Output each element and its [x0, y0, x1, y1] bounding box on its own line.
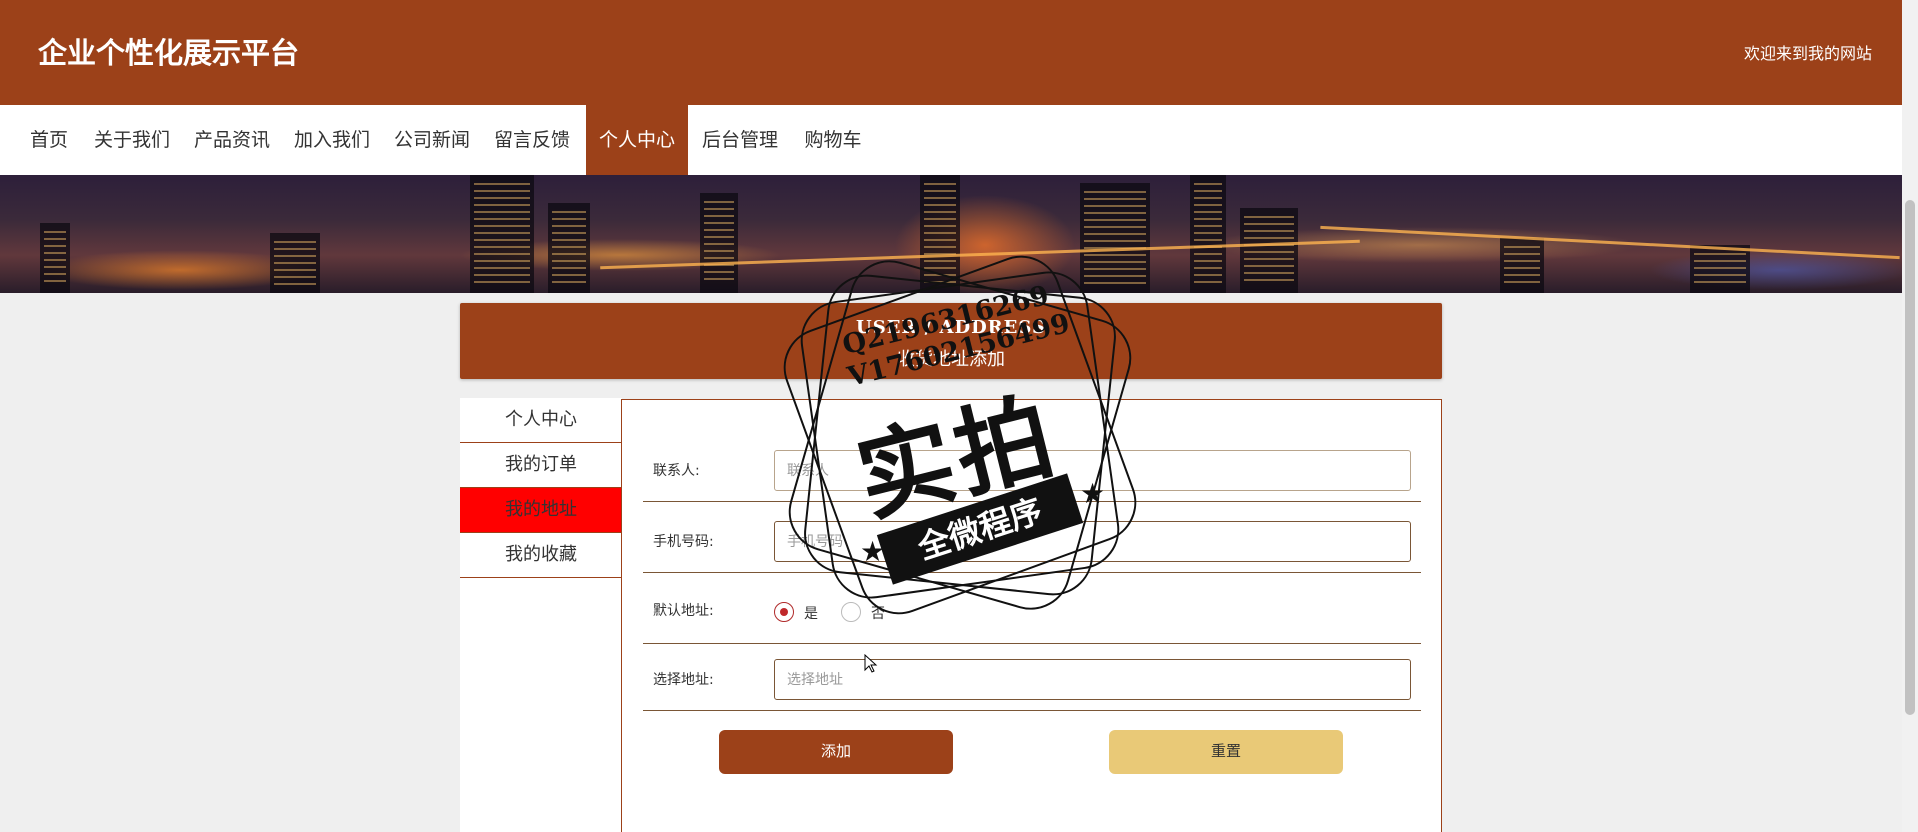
- mouse-cursor-icon: [864, 654, 878, 673]
- banner-building: [548, 203, 590, 293]
- side-item-orders[interactable]: 我的订单: [460, 443, 622, 488]
- nav-feedback[interactable]: 留言反馈: [488, 105, 576, 175]
- page-title-en: USER / ADDRESS: [856, 317, 1046, 338]
- default-no-radio[interactable]: 否: [841, 602, 896, 622]
- contact-input[interactable]: [774, 450, 1411, 491]
- main-nav: 首页 关于我们 产品资讯 加入我们 公司新闻 留言反馈 个人中心 后台管理 购物…: [0, 105, 1902, 175]
- default-address-label: 默认地址:: [653, 603, 714, 619]
- user-side-menu: 个人中心 我的订单 我的地址 我的收藏: [460, 398, 622, 832]
- radio-unchecked-icon: [841, 602, 861, 622]
- nav-about[interactable]: 关于我们: [88, 105, 176, 175]
- side-item-address[interactable]: 我的地址: [460, 488, 622, 533]
- default-yes-radio[interactable]: 是: [774, 602, 829, 622]
- page-title: 收货地址添加: [897, 349, 1005, 370]
- default-address-row: 默认地址: 是 否: [643, 574, 1421, 644]
- welcome-text: 欢迎来到我的网站: [1743, 44, 1872, 63]
- banner-building: [40, 223, 70, 293]
- nav-cart[interactable]: 购物车: [798, 105, 868, 175]
- default-no-label: 否: [871, 606, 885, 622]
- nav-join[interactable]: 加入我们: [288, 105, 376, 175]
- banner-building: [470, 175, 534, 293]
- banner-light-trail: [1320, 225, 1900, 260]
- page-header-box: USER / ADDRESS 收货地址添加: [460, 303, 1442, 379]
- banner-building: [1080, 183, 1150, 293]
- phone-input[interactable]: [774, 521, 1411, 562]
- phone-row: 手机号码:: [643, 503, 1421, 573]
- radio-checked-icon: [774, 602, 794, 622]
- reset-button[interactable]: 重置: [1109, 730, 1343, 774]
- side-item-user-center[interactable]: 个人中心: [460, 398, 622, 443]
- nav-products[interactable]: 产品资讯: [188, 105, 276, 175]
- banner-building: [1500, 238, 1544, 293]
- banner-building: [1240, 208, 1298, 293]
- banner-building: [270, 233, 320, 293]
- address-form: 联系人: 手机号码: 默认地址: 是 否 选择地址: 添加 重置: [621, 399, 1442, 832]
- banner-building: [920, 175, 960, 293]
- contact-row: 联系人:: [643, 432, 1421, 502]
- address-label: 选择地址:: [653, 672, 714, 688]
- default-yes-label: 是: [804, 606, 818, 622]
- contact-label: 联系人:: [653, 463, 700, 479]
- top-header: 企业个性化展示平台 欢迎来到我的网站: [0, 0, 1902, 105]
- banner-building: [1690, 245, 1750, 293]
- nav-news[interactable]: 公司新闻: [388, 105, 476, 175]
- city-banner-image: [0, 175, 1902, 293]
- nav-admin[interactable]: 后台管理: [696, 105, 784, 175]
- site-title: 企业个性化展示平台: [38, 36, 300, 70]
- address-row: 选择地址:: [643, 641, 1421, 711]
- banner-building: [1190, 175, 1226, 293]
- side-item-favorites[interactable]: 我的收藏: [460, 533, 622, 578]
- phone-label: 手机号码:: [653, 534, 714, 550]
- scrollbar-thumb[interactable]: [1905, 200, 1915, 715]
- nav-user-center[interactable]: 个人中心: [586, 105, 688, 175]
- page-scrollbar[interactable]: [1902, 0, 1918, 832]
- add-button[interactable]: 添加: [719, 730, 953, 774]
- nav-home[interactable]: 首页: [18, 105, 80, 175]
- banner-building: [700, 193, 738, 293]
